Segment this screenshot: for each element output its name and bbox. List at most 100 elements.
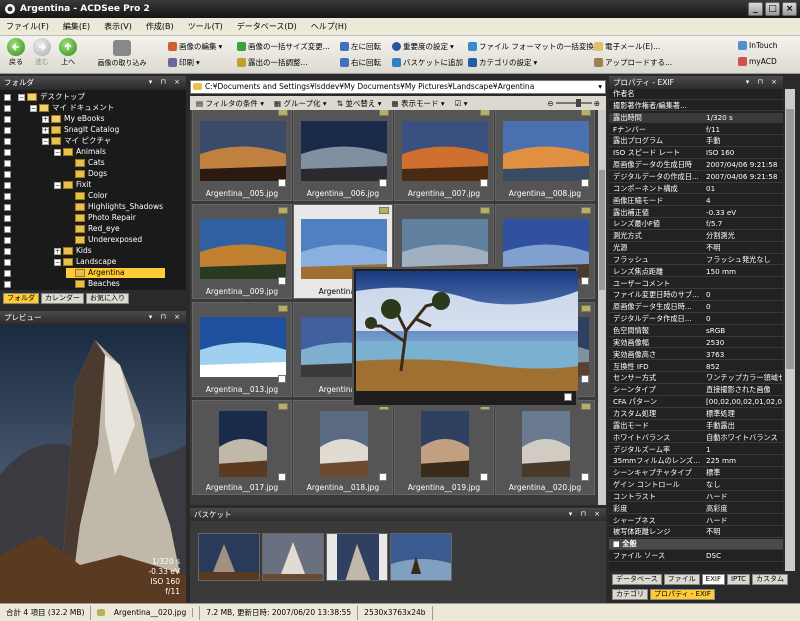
zoom-out-icon[interactable]: ⊖ [547, 99, 553, 108]
folder-checkbox[interactable] [4, 93, 11, 101]
exif-property-row[interactable]: 画像圧縮モード 4 [609, 196, 783, 207]
batch-exposure-button[interactable]: 露出の一括調整... [237, 57, 308, 68]
back-button[interactable]: 戻る [3, 38, 29, 67]
edit-image-button[interactable]: 画像の編集 ▾ [168, 41, 222, 52]
folder-checkbox[interactable] [4, 258, 11, 266]
folder-checkbox[interactable] [4, 269, 11, 277]
tab-exif[interactable]: EXIF [701, 574, 725, 585]
exif-property-row[interactable]: 露出プログラム 手動 [609, 136, 783, 147]
exif-property-row[interactable]: ファイル変更日時のサブ... 0 [609, 290, 783, 302]
folder-tree-item[interactable]: +Photo Repair [66, 213, 136, 223]
tab-custom[interactable]: カスタム [752, 574, 789, 585]
menu-create[interactable]: 作成(B) [146, 21, 174, 32]
tab-category[interactable]: カテゴリ [612, 589, 648, 600]
thumbnail-item[interactable]: Argentina__018.jpg [293, 400, 393, 495]
thumbnail-checkbox[interactable] [581, 375, 589, 383]
exif-property-row[interactable]: 原画像データ生成日時... 0 [609, 302, 783, 313]
folder-checkbox[interactable] [4, 126, 11, 134]
rotate-right-button[interactable]: 右に回転 [340, 57, 381, 68]
exif-property-row[interactable]: CFA パターン [00,02,00,02,01,02,0... [609, 397, 783, 408]
set-category-button[interactable]: カテゴリの設定 ▾ [468, 57, 537, 68]
exif-property-row[interactable]: ファイル ソース DSC [609, 551, 783, 562]
expand-toggle-icon[interactable]: − [30, 104, 37, 112]
folder-checkbox[interactable] [4, 203, 11, 211]
folder-tree-item[interactable]: + SnagIt Catalog [42, 125, 119, 135]
expand-toggle-icon[interactable]: − [18, 93, 25, 101]
zoom-slider[interactable]: ⊖ ⊕ [547, 99, 606, 108]
thumbnail-checkbox[interactable] [581, 473, 589, 481]
basket-item[interactable] [390, 533, 452, 581]
thumbnail-checkbox[interactable] [379, 473, 387, 481]
folder-checkbox[interactable] [4, 214, 11, 222]
rate-button[interactable]: 重要度の設定 ▾ [392, 41, 454, 52]
exif-property-row[interactable]: デジタルデータ作成日... 0 [609, 314, 783, 325]
folder-tree-item[interactable]: + My eBooks [42, 114, 104, 124]
exif-property-row[interactable]: レンズ最小F値 f/5.7 [609, 219, 783, 230]
folder-tree-item[interactable]: − Fixit [54, 180, 91, 190]
exif-property-row[interactable]: ホワイトバランス 自動ホワイトバランス [609, 433, 783, 444]
folder-checkbox[interactable] [4, 104, 11, 112]
thumbnail-item[interactable]: Argentina__006.jpg [293, 110, 393, 201]
thumbnail-checkbox[interactable] [480, 473, 488, 481]
folder-checkbox[interactable] [4, 247, 11, 255]
intouch-button[interactable]: InTouch [738, 41, 778, 50]
folder-checkbox[interactable] [4, 280, 11, 288]
folder-tree-item[interactable]: − マイ ドキュメント [30, 103, 114, 113]
folder-checkbox[interactable] [4, 115, 11, 123]
folder-tree-item[interactable]: +Highlights_Shadows [66, 202, 163, 212]
minimize-button[interactable]: _ [748, 2, 763, 16]
thumbnail-checkbox[interactable] [379, 179, 387, 187]
exif-property-row[interactable]: シーンキャプチャタイプ 標準 [609, 468, 783, 479]
rotate-left-button[interactable]: 左に回転 [340, 41, 381, 52]
exif-property-row[interactable]: Fナンバー f/11 [609, 125, 783, 136]
menu-view[interactable]: 表示(V) [104, 21, 132, 32]
forward-button[interactable]: 進む [29, 38, 55, 67]
maximize-button[interactable]: □ [765, 2, 780, 16]
exif-property-row[interactable]: 露出モード 手動露出 [609, 421, 783, 432]
folder-checkbox[interactable] [4, 148, 11, 156]
thumbnail-item[interactable]: Argentina__005.jpg [192, 110, 292, 201]
exif-property-row[interactable]: 彩度 高彩度 [609, 504, 783, 515]
exif-property-row[interactable]: 光源 不明 [609, 243, 783, 254]
exif-property-row[interactable]: フラッシュ フラッシュ発光なし [609, 255, 783, 266]
view-mode-button[interactable]: ▦ 表示モード ▾ [392, 98, 445, 109]
exif-property-row[interactable]: シャープネス ハード [609, 516, 783, 527]
exif-property-row[interactable]: 作者名 [609, 89, 783, 100]
exif-property-row[interactable]: コンポーネント構成 01 [609, 184, 783, 195]
exif-property-row[interactable]: 原画像データの生成日時 2007/04/06 9:21:58 [609, 160, 783, 171]
thumbnail-item[interactable]: Argentina__017.jpg [192, 400, 292, 495]
thumbnail-item[interactable]: Argentina__009.jpg [192, 204, 292, 299]
exif-property-row[interactable]: 露出補正値 -0.33 eV [609, 208, 783, 219]
folder-checkbox[interactable] [4, 192, 11, 200]
menu-help[interactable]: ヘルプ(H) [311, 21, 347, 32]
zoom-in-icon[interactable]: ⊕ [594, 99, 600, 108]
tab-iptc[interactable]: IPTC [726, 574, 751, 585]
sort-button[interactable]: ⇅ 並べ替え ▾ [337, 98, 382, 109]
exif-property-row[interactable]: センサー方式 ワンチップカラー領域セ... [609, 373, 783, 384]
thumbnail-item[interactable]: Argentina__020.jpg [495, 400, 595, 495]
group-button[interactable]: ▦ グループ化 ▾ [274, 98, 327, 109]
thumbnail-checkbox[interactable] [278, 179, 286, 187]
close-button[interactable]: × [782, 2, 797, 16]
tab-file[interactable]: ファイル [663, 574, 700, 585]
folder-checkbox[interactable] [4, 225, 11, 233]
popup-select-checkbox[interactable] [564, 393, 572, 401]
folder-tree-item[interactable]: +Dogs [66, 169, 107, 179]
folder-tree-item[interactable]: +Color [66, 191, 108, 201]
basket-item[interactable] [326, 533, 388, 581]
tab-favorites[interactable]: お気に入り [86, 293, 129, 304]
exif-property-row[interactable]: 色空間情報 sRGB [609, 326, 783, 337]
panel-controls[interactable]: ▾ ⊓ × [149, 76, 183, 89]
folder-tree-item[interactable]: + Kids [54, 246, 92, 256]
thumbnail-item[interactable]: Argentina__008.jpg [495, 110, 595, 201]
exif-property-row[interactable]: ■ 全般 [609, 539, 783, 550]
tab-calendar[interactable]: カレンダー [41, 293, 84, 304]
thumbnail-item[interactable]: Argentina__019.jpg [394, 400, 494, 495]
exif-property-row[interactable]: コントラスト ハード [609, 492, 783, 503]
exif-property-row[interactable]: ゲイン コントロール なし [609, 480, 783, 491]
menu-file[interactable]: ファイル(F) [6, 21, 49, 32]
upload-button[interactable]: アップロードする... [594, 57, 672, 68]
email-button[interactable]: 電子メール(E)... [594, 41, 660, 52]
exif-property-row[interactable]: 露出時間 1/320 s [609, 112, 783, 124]
folder-tree-item[interactable]: − デスクトップ [18, 92, 85, 102]
